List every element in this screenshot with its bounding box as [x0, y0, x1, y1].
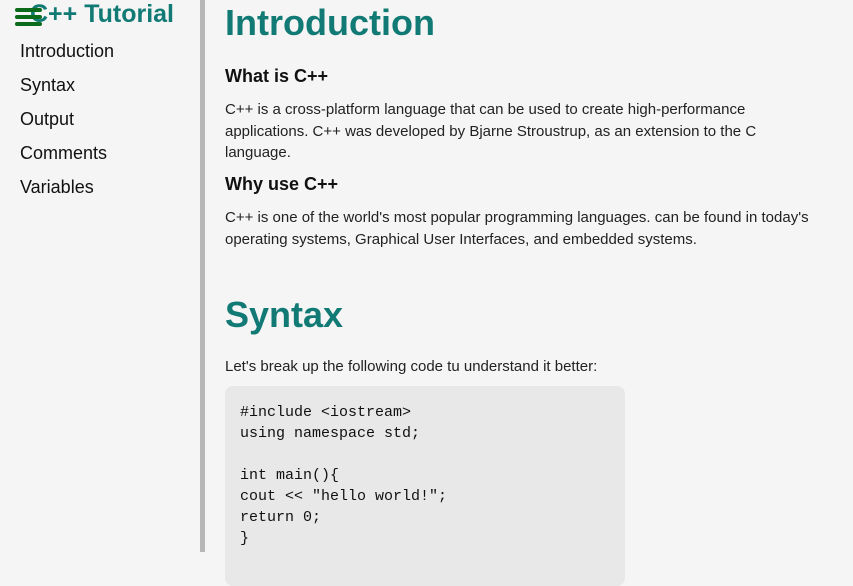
syntax-intro-text: Let's break up the following code tu und… — [225, 358, 598, 375]
code-line: using namespace std; — [240, 425, 421, 442]
code-line: int main(){ — [240, 467, 340, 484]
hamburger-menu-icon[interactable] — [15, 6, 42, 28]
sidebar-item-syntax[interactable]: Syntax — [20, 73, 114, 107]
syntax-heading: Syntax — [225, 294, 344, 335]
code-line: #include <iostream> — [240, 404, 412, 421]
code-line: return 0; — [240, 509, 322, 526]
sidebar: C++ Tutorial Introduction Syntax Output … — [0, 0, 205, 552]
sidebar-item-introduction[interactable]: Introduction — [20, 39, 114, 73]
why-use-cpp-text: C++ is one of the world's most popular p… — [225, 209, 809, 248]
code-line: } — [240, 530, 250, 547]
sidebar-item-variables[interactable]: Variables — [20, 175, 114, 209]
code-line: cout << "hello world!"; — [240, 488, 448, 505]
what-is-cpp-heading: What is C++ — [225, 66, 329, 86]
code-block: #include <iostream> using namespace std;… — [225, 386, 625, 586]
sidebar-nav: Introduction Syntax Output Comments Vari… — [20, 39, 114, 209]
why-use-cpp-heading: Why use C++ — [225, 174, 339, 194]
sidebar-title[interactable]: C++ Tutorial — [30, 0, 174, 29]
what-is-cpp-text: C++ is a cross-platform language that ca… — [225, 101, 757, 161]
sidebar-item-comments[interactable]: Comments — [20, 141, 114, 175]
introduction-heading: Introduction — [225, 2, 435, 43]
sidebar-item-output[interactable]: Output — [20, 107, 114, 141]
